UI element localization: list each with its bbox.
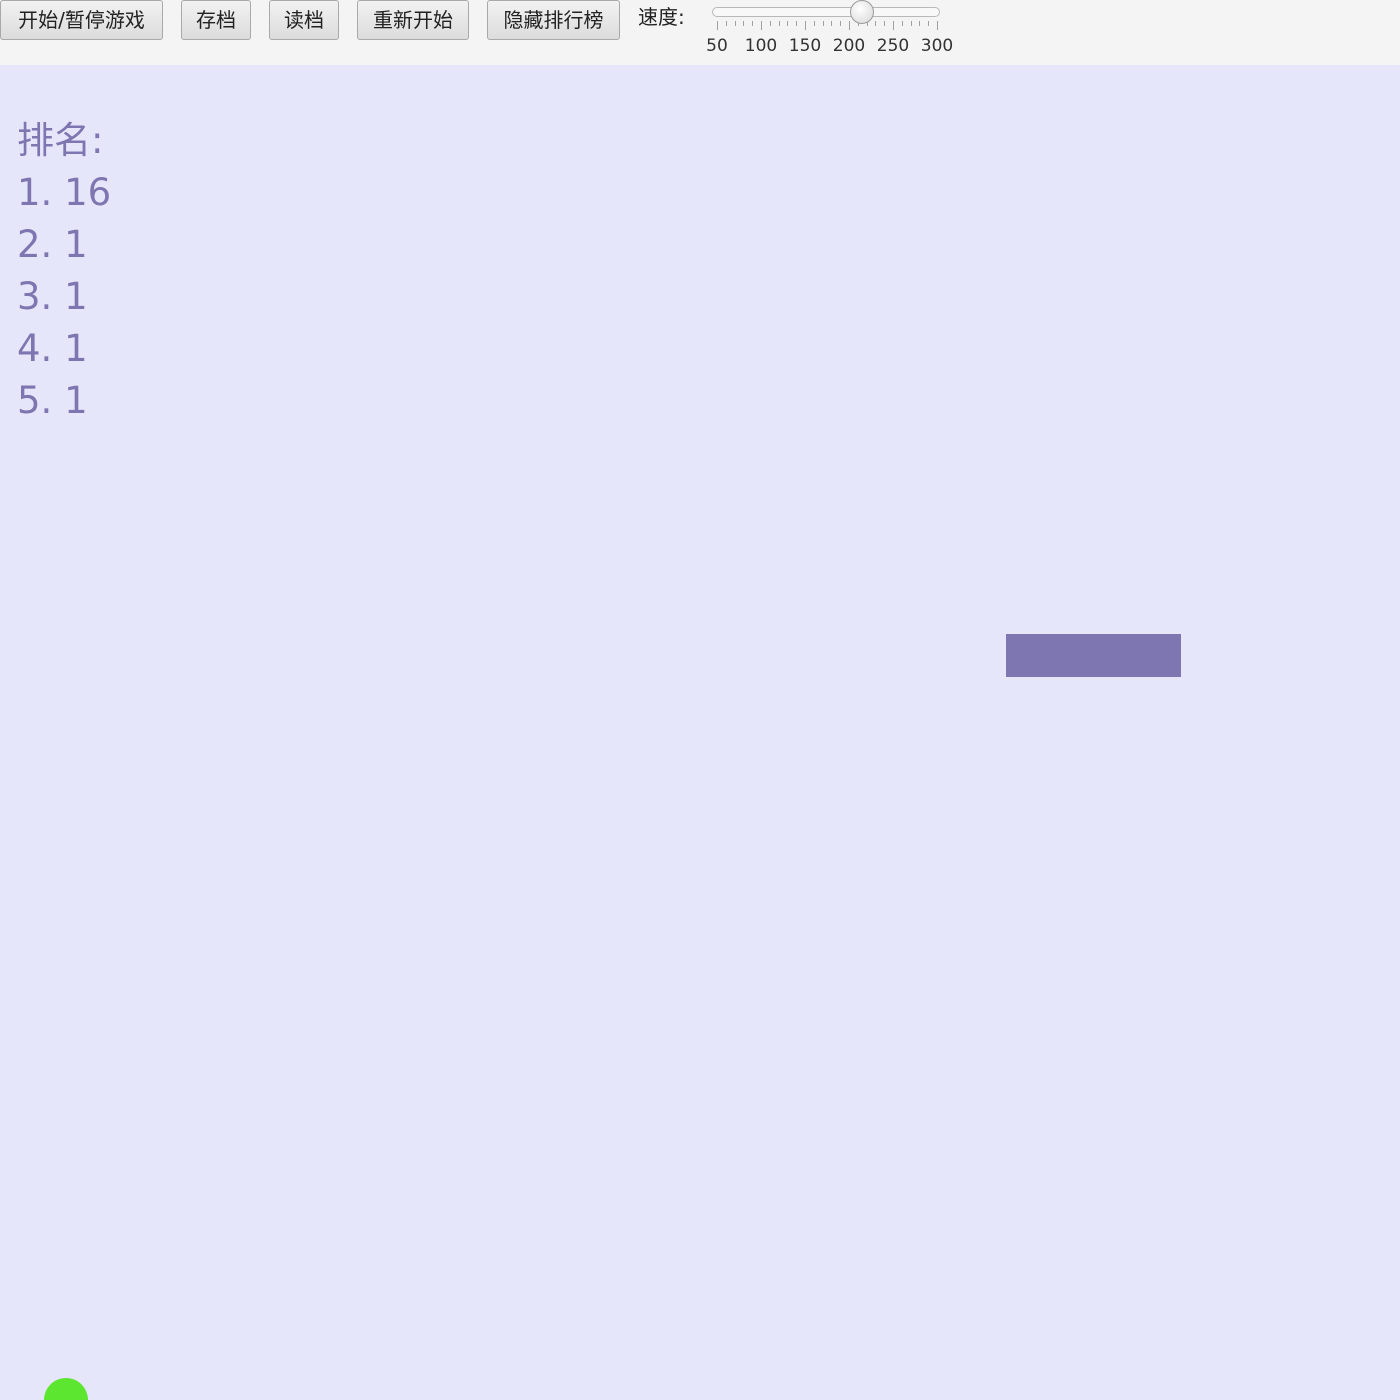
speed-slider-thumb[interactable] <box>850 0 875 24</box>
speed-minor-tick <box>778 21 780 26</box>
speed-tick-label: 150 <box>788 36 822 56</box>
speed-minor-tick <box>831 21 833 26</box>
speed-slider-track[interactable] <box>712 7 940 17</box>
paddle <box>1006 634 1181 677</box>
speed-minor-tick <box>813 21 815 26</box>
speed-minor-tick <box>752 21 754 26</box>
speed-minor-tick <box>787 21 789 26</box>
speed-minor-tick <box>734 21 736 26</box>
speed-tick-label: 100 <box>744 36 778 56</box>
speed-minor-tick <box>928 21 930 26</box>
leaderboard-title: 排名: <box>17 119 104 162</box>
speed-tick-label: 300 <box>920 36 954 56</box>
speed-major-tick <box>849 21 850 30</box>
speed-minor-tick <box>769 21 771 26</box>
speed-major-tick <box>805 21 806 30</box>
speed-minor-tick <box>822 21 824 26</box>
speed-minor-tick <box>884 21 886 26</box>
speed-label: 速度: <box>638 5 685 29</box>
speed-major-tick <box>937 21 938 30</box>
speed-major-tick <box>761 21 762 30</box>
speed-minor-tick <box>901 21 903 26</box>
hide-leaderboard-button[interactable]: 隐藏排行榜 <box>487 0 620 40</box>
speed-slider[interactable]: 50 100 150 200 250 300 <box>705 0 955 62</box>
leaderboard-entry-3: 3. 1 <box>17 275 88 318</box>
game-window: 开始/暂停游戏 存档 读档 重新开始 隐藏排行榜 速度: 50 100 150 200… <box>0 0 1400 1400</box>
start-pause-button[interactable]: 开始/暂停游戏 <box>0 0 163 40</box>
speed-minor-tick <box>796 21 798 26</box>
ball <box>44 1378 88 1400</box>
speed-minor-tick <box>725 21 727 26</box>
toolbar: 开始/暂停游戏 存档 读档 重新开始 隐藏排行榜 速度: 50 100 150 200… <box>0 0 1400 65</box>
speed-tick-label: 200 <box>832 36 866 56</box>
restart-button[interactable]: 重新开始 <box>357 0 469 40</box>
speed-minor-tick <box>910 21 912 26</box>
speed-minor-tick <box>840 21 842 26</box>
save-button[interactable]: 存档 <box>181 0 251 40</box>
speed-minor-tick <box>743 21 745 26</box>
speed-major-tick <box>717 21 718 30</box>
speed-minor-tick <box>919 21 921 26</box>
speed-tick-label: 50 <box>706 36 728 56</box>
speed-major-tick <box>893 21 894 30</box>
leaderboard-entry-2: 2. 1 <box>17 223 88 266</box>
leaderboard: 排名: 1. 16 2. 1 3. 1 4. 1 5. 1 <box>17 115 111 427</box>
leaderboard-entry-1: 1. 16 <box>17 171 112 214</box>
speed-minor-tick <box>875 21 877 26</box>
load-button[interactable]: 读档 <box>269 0 339 40</box>
leaderboard-entry-5: 5. 1 <box>17 379 88 422</box>
leaderboard-entry-4: 4. 1 <box>17 327 88 370</box>
speed-tick-label: 250 <box>876 36 910 56</box>
